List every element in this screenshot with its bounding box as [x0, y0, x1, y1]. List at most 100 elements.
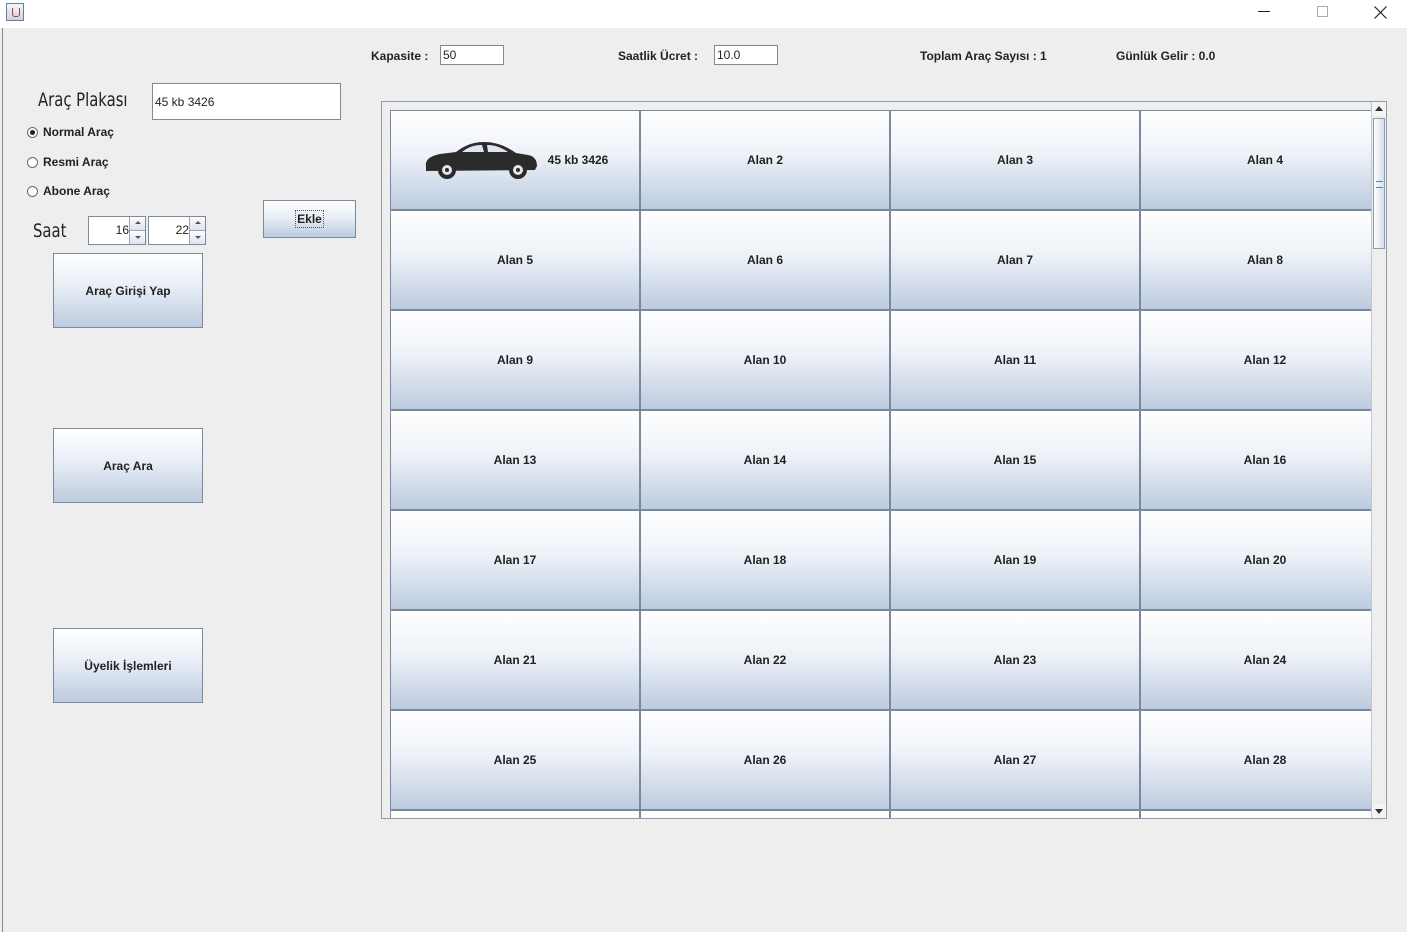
radio-label: Resmi Araç	[43, 155, 109, 169]
slot-label: Alan 2	[746, 153, 783, 167]
slot-label: Alan 21	[493, 653, 537, 667]
radio-indicator	[27, 126, 38, 138]
radio-label: Normal Araç	[43, 125, 114, 139]
slot-label: Alan 5	[496, 253, 533, 267]
slot-label: Alan 8	[1246, 253, 1283, 267]
vertical-scrollbar[interactable]	[1371, 102, 1386, 818]
slot-label: Alan 13	[493, 453, 537, 467]
parking-slot[interactable]: Alan 24	[1140, 610, 1386, 710]
kapasite-input[interactable]	[440, 45, 504, 65]
parking-slot[interactable]: 45 kb 3426	[390, 110, 640, 210]
slot-label: Alan 22	[743, 653, 787, 667]
arac-ara-button[interactable]: Araç Ara	[53, 428, 203, 503]
slot-label: Alan 18	[743, 553, 787, 567]
radio-resmi-arac[interactable]: Resmi Araç	[27, 155, 109, 169]
kapasite-label: Kapasite :	[371, 49, 429, 63]
slot-label: Alan 19	[993, 553, 1037, 567]
close-button[interactable]	[1357, 0, 1403, 28]
spinner-down-icon[interactable]	[190, 231, 205, 244]
slot-label: Alan 15	[993, 453, 1037, 467]
saat-label: Saat	[33, 220, 67, 242]
slot-label: Alan 3	[996, 153, 1033, 167]
scroll-thumb[interactable]	[1373, 118, 1385, 249]
car-icon	[425, 142, 537, 179]
parking-slot[interactable]: Alan 6	[640, 210, 890, 310]
parking-slot[interactable]: Alan 27	[890, 710, 1140, 810]
scroll-down-arrow-icon[interactable]	[1372, 804, 1386, 818]
radio-indicator	[27, 185, 38, 197]
saatlik-ucret-label: Saatlik Ücret :	[618, 49, 699, 63]
slot-label: Alan 20	[1243, 553, 1287, 567]
arac-girisi-button[interactable]: Araç Girişi Yap	[53, 253, 203, 328]
parking-slot[interactable]: Alan 12	[1140, 310, 1386, 410]
parking-slot[interactable]: Alan 8	[1140, 210, 1386, 310]
radio-normal-arac[interactable]: Normal Araç	[27, 125, 114, 139]
minimize-button[interactable]	[1241, 0, 1287, 28]
slot-label: Alan 4	[1246, 153, 1283, 167]
radio-indicator	[27, 156, 38, 168]
window-title-bar	[0, 0, 1407, 28]
slot-label: Alan 25	[493, 753, 537, 767]
parking-slot[interactable]: Alan 18	[640, 510, 890, 610]
parking-slot[interactable]: Alan 20	[1140, 510, 1386, 610]
slot-label: Alan 6	[746, 253, 783, 267]
close-icon	[1374, 6, 1387, 19]
hour-value: 16	[115, 223, 129, 237]
slot-label: Alan 23	[993, 653, 1037, 667]
parking-slot[interactable]: Alan 2	[640, 110, 890, 210]
parking-slot[interactable]: Alan 15	[890, 410, 1140, 510]
parking-slot[interactable]: Alan 21	[390, 610, 640, 710]
parking-slot[interactable]	[890, 810, 1140, 818]
parking-slot[interactable]: Alan 26	[640, 710, 890, 810]
slot-label: Alan 12	[1243, 353, 1287, 367]
java-app-icon	[6, 3, 24, 21]
parking-slot[interactable]: Alan 22	[640, 610, 890, 710]
plaka-input[interactable]	[152, 83, 341, 120]
parking-slot[interactable]: Alan 11	[890, 310, 1140, 410]
slot-label: 45 kb 3426	[547, 153, 609, 167]
hour-spinner[interactable]: 16	[88, 216, 146, 245]
parking-slot[interactable]: Alan 19	[890, 510, 1140, 610]
parking-slot[interactable]: Alan 7	[890, 210, 1140, 310]
parking-slot[interactable]: Alan 17	[390, 510, 640, 610]
slot-label: Alan 7	[996, 253, 1033, 267]
slot-label: Alan 26	[743, 753, 787, 767]
slot-label: Alan 17	[493, 553, 537, 567]
slot-label: Alan 28	[1243, 753, 1287, 767]
parking-slot[interactable]: Alan 13	[390, 410, 640, 510]
parking-slot[interactable]: Alan 3	[890, 110, 1140, 210]
parking-slot[interactable]: Alan 9	[390, 310, 640, 410]
parking-slot[interactable]: Alan 16	[1140, 410, 1386, 510]
spinner-up-icon[interactable]	[130, 217, 145, 231]
slot-label: Alan 14	[743, 453, 787, 467]
arac-plakasi-label: Araç Plakası	[38, 89, 128, 111]
saatlik-ucret-input[interactable]	[714, 45, 778, 65]
slot-label: Alan 11	[993, 353, 1037, 367]
parking-slot[interactable]: Alan 28	[1140, 710, 1386, 810]
parking-slot[interactable]: Alan 23	[890, 610, 1140, 710]
radio-abone-arac[interactable]: Abone Araç	[27, 184, 110, 198]
slot-label: Alan 10	[743, 353, 787, 367]
minute-value: 22	[175, 223, 189, 237]
radio-label: Abone Araç	[43, 184, 110, 198]
parking-slot[interactable]	[1140, 810, 1386, 818]
parking-slot[interactable]: Alan 14	[640, 410, 890, 510]
maximize-button[interactable]	[1299, 0, 1345, 28]
parking-slot[interactable]: Alan 10	[640, 310, 890, 410]
spinner-up-icon[interactable]	[190, 217, 205, 231]
spinner-down-icon[interactable]	[130, 231, 145, 244]
slot-label: Alan 24	[1243, 653, 1287, 667]
parking-slot[interactable]	[640, 810, 890, 818]
minute-spinner[interactable]: 22	[148, 216, 206, 245]
scroll-up-arrow-icon[interactable]	[1372, 102, 1386, 116]
uyelik-islemleri-button[interactable]: Üyelik İşlemleri	[53, 628, 203, 703]
parking-slot[interactable]: Alan 25	[390, 710, 640, 810]
parking-slot[interactable]	[390, 810, 640, 818]
ekle-button[interactable]: Ekle	[263, 200, 356, 238]
gunluk-gelir-label: Günlük Gelir : 0.0	[1116, 49, 1216, 63]
slot-label: Alan 27	[993, 753, 1037, 767]
parking-slot[interactable]: Alan 5	[390, 210, 640, 310]
window-left-border	[2, 28, 3, 932]
parking-slot[interactable]: Alan 4	[1140, 110, 1386, 210]
parking-scroll-pane[interactable]: 45 kb 3426 Alan 2 Alan 3 Alan 4 Alan 5 Alan 6…	[381, 101, 1387, 819]
